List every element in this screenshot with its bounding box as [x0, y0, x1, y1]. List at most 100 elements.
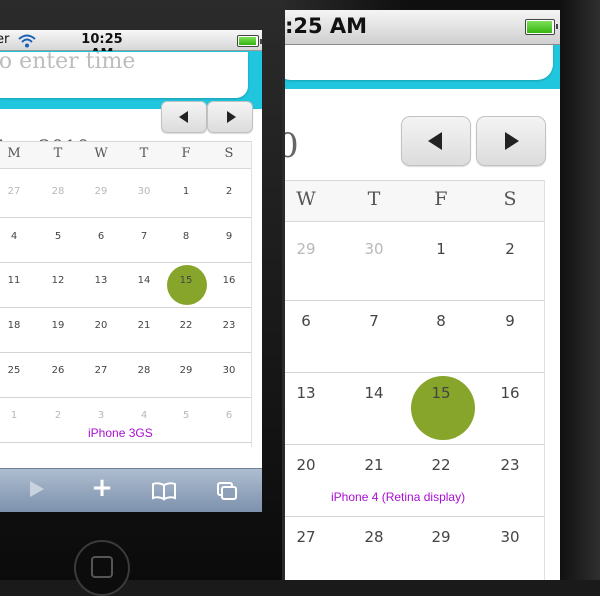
grid-border	[251, 141, 252, 447]
day-cell[interactable]: 15	[420, 384, 462, 402]
day-cell[interactable]: 8	[172, 231, 200, 242]
battery-icon	[237, 35, 262, 47]
pages-icon[interactable]	[216, 481, 238, 501]
day-cell[interactable]: 1	[420, 240, 462, 258]
day-cell[interactable]: 20	[285, 456, 327, 474]
day-cell[interactable]: 30	[215, 365, 243, 376]
prev-month-button[interactable]	[401, 116, 471, 166]
play-icon[interactable]	[30, 481, 44, 497]
device-label: iPhone 3GS	[88, 426, 153, 440]
triangle-left-icon	[428, 132, 442, 150]
day-cell[interactable]: 20	[87, 320, 115, 331]
day-cell[interactable]: 30	[130, 186, 158, 197]
day-cell[interactable]: 2	[489, 240, 531, 258]
device-edge	[560, 0, 600, 580]
day-cell[interactable]: 25	[0, 365, 28, 376]
day-cell[interactable]: 7	[130, 231, 158, 242]
day-cell[interactable]: 2	[215, 186, 243, 197]
triangle-right-icon	[505, 132, 519, 150]
next-month-button[interactable]	[207, 101, 253, 133]
day-cell[interactable]: 30	[353, 240, 395, 258]
day-cell[interactable]: 29	[172, 365, 200, 376]
status-bar: :25 AM	[285, 10, 560, 45]
weekday-header: W	[296, 188, 316, 210]
day-cell[interactable]: 1	[0, 410, 28, 421]
row-divider	[285, 372, 544, 373]
weekday-header: W	[94, 146, 108, 161]
plus-icon[interactable]: +	[91, 475, 113, 501]
grid-border	[544, 180, 545, 580]
day-cell[interactable]: 15	[172, 275, 200, 286]
day-cell[interactable]: 14	[353, 384, 395, 402]
day-cell[interactable]: 28	[353, 528, 395, 546]
row-divider	[0, 307, 251, 308]
weekday-header: F	[181, 146, 191, 161]
day-cell[interactable]: 13	[285, 384, 327, 402]
day-cell[interactable]: 27	[0, 186, 28, 197]
day-cell[interactable]: 26	[44, 365, 72, 376]
device-label: iPhone 4 (Retina display)	[331, 490, 466, 504]
time-input[interactable]	[285, 45, 553, 80]
day-cell[interactable]: 5	[172, 410, 200, 421]
day-cell[interactable]: 13	[87, 275, 115, 286]
row-divider	[0, 352, 251, 353]
day-cell[interactable]: 23	[215, 320, 243, 331]
day-cell[interactable]: 6	[87, 231, 115, 242]
day-cell[interactable]: 16	[489, 384, 531, 402]
day-cell[interactable]: 16	[215, 275, 243, 286]
weekday-header: S	[224, 146, 234, 161]
day-cell[interactable]: 9	[489, 312, 531, 330]
day-cell[interactable]: 7	[353, 312, 395, 330]
status-bar: er 10:25 AM	[0, 30, 262, 62]
day-cell[interactable]: 28	[130, 365, 158, 376]
weekday-header: M	[7, 146, 21, 161]
iphone-3gs-screen: er 10:25 AM to enter time ber 2010 M T W…	[0, 30, 262, 512]
carrier-name: er	[0, 32, 10, 47]
day-cell[interactable]: 12	[44, 275, 72, 286]
day-cell[interactable]: 3	[87, 410, 115, 421]
prev-month-button[interactable]	[161, 101, 207, 133]
day-cell[interactable]: 19	[44, 320, 72, 331]
day-cell[interactable]: 22	[172, 320, 200, 331]
day-cell[interactable]: 18	[0, 320, 28, 331]
day-cell[interactable]: 6	[215, 410, 243, 421]
day-cell[interactable]: 9	[215, 231, 243, 242]
iphone-4-screen: :25 AM 0 W T F S 29 30 1 2 6 7 8 9 13 14 15 16 20 21 2…	[285, 10, 560, 580]
day-cell[interactable]: 29	[420, 528, 462, 546]
weekday-header: T	[139, 146, 149, 161]
day-cell[interactable]: 4	[0, 231, 28, 242]
triangle-left-icon	[179, 111, 188, 123]
time-input[interactable]: to enter time	[0, 52, 248, 98]
bookmarks-icon[interactable]	[151, 481, 177, 501]
time-input-placeholder: to enter time	[0, 52, 136, 74]
wifi-icon	[18, 34, 36, 48]
day-cell[interactable]: 2	[44, 410, 72, 421]
day-cell[interactable]: 8	[420, 312, 462, 330]
next-month-button[interactable]	[476, 116, 546, 166]
day-cell[interactable]: 23	[489, 456, 531, 474]
day-cell[interactable]: 6	[285, 312, 327, 330]
triangle-right-icon	[227, 111, 236, 123]
day-cell[interactable]: 27	[285, 528, 327, 546]
weekday-header-row	[0, 141, 251, 169]
day-cell[interactable]: 21	[130, 320, 158, 331]
day-cell[interactable]: 14	[130, 275, 158, 286]
day-cell[interactable]: 21	[353, 456, 395, 474]
day-cell[interactable]: 28	[44, 186, 72, 197]
day-cell[interactable]: 5	[44, 231, 72, 242]
day-cell[interactable]: 1	[172, 186, 200, 197]
day-cell[interactable]: 11	[0, 275, 28, 286]
row-divider	[0, 397, 251, 398]
day-cell[interactable]: 22	[420, 456, 462, 474]
day-cell[interactable]: 29	[87, 186, 115, 197]
home-button[interactable]	[74, 540, 130, 596]
day-cell[interactable]: 29	[285, 240, 327, 258]
weekday-header: T	[367, 188, 381, 210]
day-cell[interactable]: 30	[489, 528, 531, 546]
day-cell[interactable]: 27	[87, 365, 115, 376]
day-cell[interactable]: 4	[130, 410, 158, 421]
weekday-header: S	[503, 188, 517, 210]
battery-icon	[525, 19, 558, 35]
row-divider	[285, 516, 544, 517]
month-title: 0	[285, 126, 299, 166]
